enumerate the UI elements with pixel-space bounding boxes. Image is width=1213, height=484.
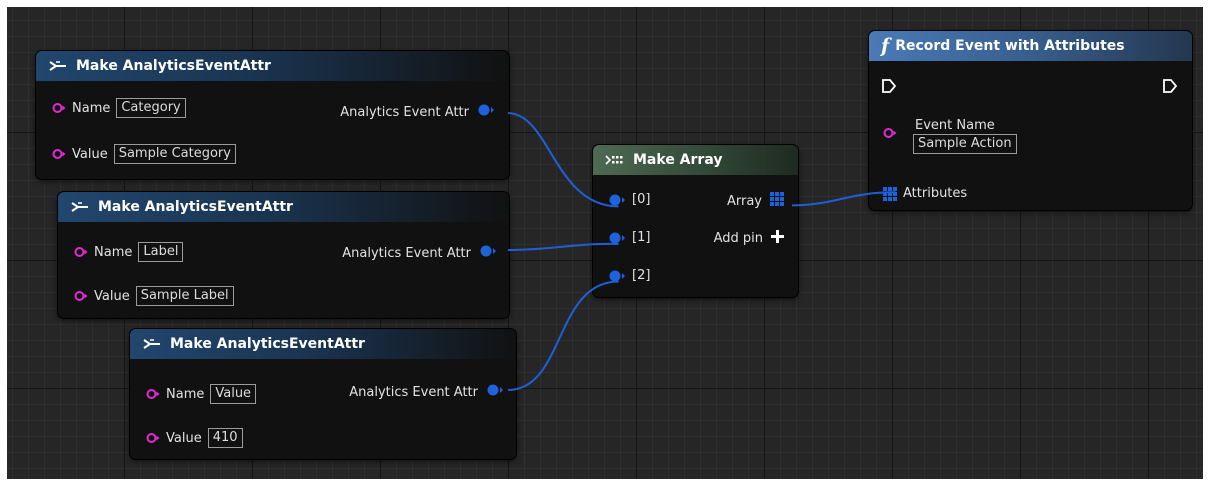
event-name-field-group: Event Name Sample Action bbox=[907, 118, 1017, 154]
pin-label: [0] bbox=[632, 192, 651, 207]
value-input-row: Value Sample Label bbox=[74, 286, 234, 306]
string-pin-icon[interactable] bbox=[146, 388, 160, 400]
make-analytics-event-attr-node-3[interactable]: Make AnalyticsEventAttr Name Value Value… bbox=[130, 329, 516, 459]
make-array-icon bbox=[605, 153, 625, 167]
array-output-pin-icon[interactable] bbox=[770, 192, 784, 210]
pin-label: Value bbox=[72, 146, 108, 162]
make-struct-icon bbox=[70, 200, 90, 214]
event-name-pin-row bbox=[883, 127, 905, 139]
value-value-field[interactable]: 410 bbox=[207, 428, 243, 448]
struct-input-pin-icon[interactable] bbox=[608, 231, 626, 245]
pin-label: Name bbox=[94, 244, 133, 260]
value-value-field[interactable]: Sample Label bbox=[135, 286, 234, 306]
output-pin-label: Analytics Event Attr bbox=[340, 104, 469, 120]
analytics-event-attr-output-row: Analytics Event Attr bbox=[342, 244, 497, 262]
record-event-with-attributes-node[interactable]: f Record Event with Attributes Event Nam… bbox=[869, 31, 1192, 210]
make-analytics-event-attr-node-1[interactable]: Make AnalyticsEventAttr Name Category Va… bbox=[36, 51, 509, 179]
make-analytics-event-attr-node-2[interactable]: Make AnalyticsEventAttr Name Label Value… bbox=[58, 192, 509, 318]
string-pin-icon[interactable] bbox=[74, 246, 88, 258]
name-value-field[interactable]: Label bbox=[138, 242, 184, 262]
make-array-node[interactable]: Make Array [0] [1] [2] Array Add pin bbox=[593, 145, 798, 297]
node-header[interactable]: Make AnalyticsEventAttr bbox=[58, 192, 509, 222]
struct-output-pin-icon[interactable] bbox=[479, 244, 497, 262]
wire-attr3-to-array-2 bbox=[508, 280, 619, 391]
string-pin-icon[interactable] bbox=[883, 127, 897, 139]
name-value-field[interactable]: Value bbox=[210, 384, 257, 404]
struct-output-pin-icon[interactable] bbox=[477, 103, 495, 121]
value-input-row: Value 410 bbox=[146, 428, 243, 448]
event-name-value-field[interactable]: Sample Action bbox=[913, 134, 1017, 154]
pin-label: Value bbox=[166, 430, 202, 446]
struct-input-pin-icon[interactable] bbox=[608, 193, 626, 207]
node-header[interactable]: f Record Event with Attributes bbox=[869, 31, 1192, 61]
name-input-row: Name Label bbox=[74, 242, 184, 262]
array-input-pin-icon[interactable] bbox=[883, 186, 897, 201]
string-pin-icon[interactable] bbox=[52, 148, 66, 160]
struct-output-pin-icon[interactable] bbox=[486, 383, 504, 401]
output-pin-label: Array bbox=[726, 193, 762, 209]
node-title: Make AnalyticsEventAttr bbox=[98, 199, 293, 215]
output-pin-label: Analytics Event Attr bbox=[349, 384, 478, 400]
attributes-pin-row: Attributes bbox=[883, 186, 967, 201]
pin-label: Attributes bbox=[903, 186, 968, 201]
analytics-event-attr-output-row: Analytics Event Attr bbox=[349, 383, 504, 401]
node-header[interactable]: Make AnalyticsEventAttr bbox=[130, 329, 516, 359]
value-input-row: Value Sample Category bbox=[52, 144, 236, 164]
node-title: Make Array bbox=[633, 152, 723, 168]
string-pin-icon[interactable] bbox=[146, 432, 160, 444]
name-input-row: Name Value bbox=[146, 384, 257, 404]
node-header[interactable]: Make Array bbox=[593, 145, 798, 175]
event-name-label: Event Name bbox=[915, 118, 995, 133]
struct-input-pin-icon[interactable] bbox=[608, 269, 626, 283]
array-input-pin-2: [2] bbox=[608, 268, 650, 283]
exec-output-pin[interactable] bbox=[1162, 78, 1178, 98]
plus-icon[interactable] bbox=[771, 230, 784, 247]
node-title: Make AnalyticsEventAttr bbox=[170, 336, 365, 352]
string-pin-icon[interactable] bbox=[74, 290, 88, 302]
node-title: Make AnalyticsEventAttr bbox=[76, 58, 271, 74]
blueprint-graph[interactable]: Make AnalyticsEventAttr Name Category Va… bbox=[7, 7, 1203, 479]
pin-label: [2] bbox=[632, 268, 651, 283]
make-struct-icon bbox=[142, 337, 162, 351]
pin-label: [1] bbox=[632, 230, 651, 245]
function-icon: f bbox=[881, 35, 890, 57]
exec-input-pin-icon[interactable] bbox=[881, 78, 897, 98]
pin-label: Name bbox=[166, 386, 205, 402]
value-value-field[interactable]: Sample Category bbox=[113, 144, 236, 164]
array-input-pin-0: [0] bbox=[608, 192, 650, 207]
analytics-event-attr-output-row: Analytics Event Attr bbox=[340, 103, 495, 121]
add-pin-label: Add pin bbox=[713, 231, 763, 246]
name-input-row: Name Category bbox=[52, 98, 186, 118]
node-title: Record Event with Attributes bbox=[895, 38, 1125, 54]
array-output-row: Array bbox=[727, 192, 784, 210]
string-pin-icon[interactable] bbox=[52, 102, 66, 114]
pin-label: Name bbox=[72, 100, 111, 116]
exec-output-pin-icon[interactable] bbox=[1162, 78, 1178, 98]
node-header[interactable]: Make AnalyticsEventAttr bbox=[36, 51, 509, 81]
array-input-pin-1: [1] bbox=[608, 230, 650, 245]
pin-label: Value bbox=[94, 288, 130, 304]
add-pin-button[interactable]: Add pin bbox=[714, 230, 784, 247]
name-value-field[interactable]: Category bbox=[116, 98, 186, 118]
output-pin-label: Analytics Event Attr bbox=[342, 245, 471, 261]
make-struct-icon bbox=[48, 59, 68, 73]
exec-input-pin[interactable] bbox=[881, 78, 897, 98]
